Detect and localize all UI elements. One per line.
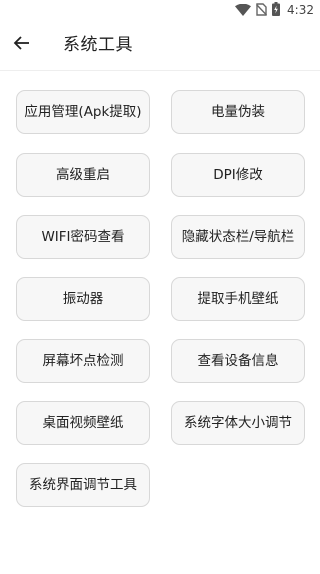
status-time: 4:32 xyxy=(287,3,314,17)
hide-bars-button[interactable]: 隐藏状态栏/导航栏 xyxy=(171,215,305,259)
wifi-icon xyxy=(235,1,252,20)
video-wallpaper-button[interactable]: 桌面视频壁纸 xyxy=(16,401,150,445)
battery-spoof-button[interactable]: 电量伪装 xyxy=(171,90,305,134)
no-sim-icon xyxy=(256,1,268,20)
font-size-button[interactable]: 系统字体大小调节 xyxy=(171,401,305,445)
tool-label: 系统字体大小调节 xyxy=(184,414,292,431)
dpi-modify-button[interactable]: DPI修改 xyxy=(171,153,305,197)
device-info-button[interactable]: 查看设备信息 xyxy=(171,339,305,383)
tool-label: DPI修改 xyxy=(213,166,263,183)
tool-label: WIFI密码查看 xyxy=(41,228,125,245)
advanced-reboot-button[interactable]: 高级重启 xyxy=(16,153,150,197)
tool-label: 查看设备信息 xyxy=(197,352,279,369)
back-button[interactable] xyxy=(6,29,38,61)
tool-label: 系统界面调节工具 xyxy=(29,476,137,493)
battery-charging-icon xyxy=(272,1,281,20)
arrow-left-icon xyxy=(13,34,31,56)
tool-label: 提取手机壁纸 xyxy=(197,290,279,307)
wifi-password-button[interactable]: WIFI密码查看 xyxy=(16,215,150,259)
tool-label: 应用管理(Apk提取) xyxy=(24,103,142,120)
tool-label: 桌面视频壁纸 xyxy=(42,414,124,431)
tool-label: 高级重启 xyxy=(56,166,110,183)
extract-wallpaper-button[interactable]: 提取手机壁纸 xyxy=(171,277,305,321)
app-bar: 系统工具 xyxy=(0,20,320,71)
tool-label: 电量伪装 xyxy=(211,103,265,120)
tool-label: 振动器 xyxy=(62,290,104,307)
dead-pixel-test-button[interactable]: 屏幕坏点检测 xyxy=(16,339,150,383)
apk-extract-button[interactable]: 应用管理(Apk提取) xyxy=(16,90,150,134)
vibrator-button[interactable]: 振动器 xyxy=(16,277,150,321)
tool-label: 屏幕坏点检测 xyxy=(42,352,124,369)
status-bar: 4:32 xyxy=(0,0,320,20)
tool-label: 隐藏状态栏/导航栏 xyxy=(181,228,295,245)
ui-tuner-button[interactable]: 系统界面调节工具 xyxy=(16,463,150,507)
page-title: 系统工具 xyxy=(63,35,133,55)
status-icons: 4:32 xyxy=(235,1,314,20)
